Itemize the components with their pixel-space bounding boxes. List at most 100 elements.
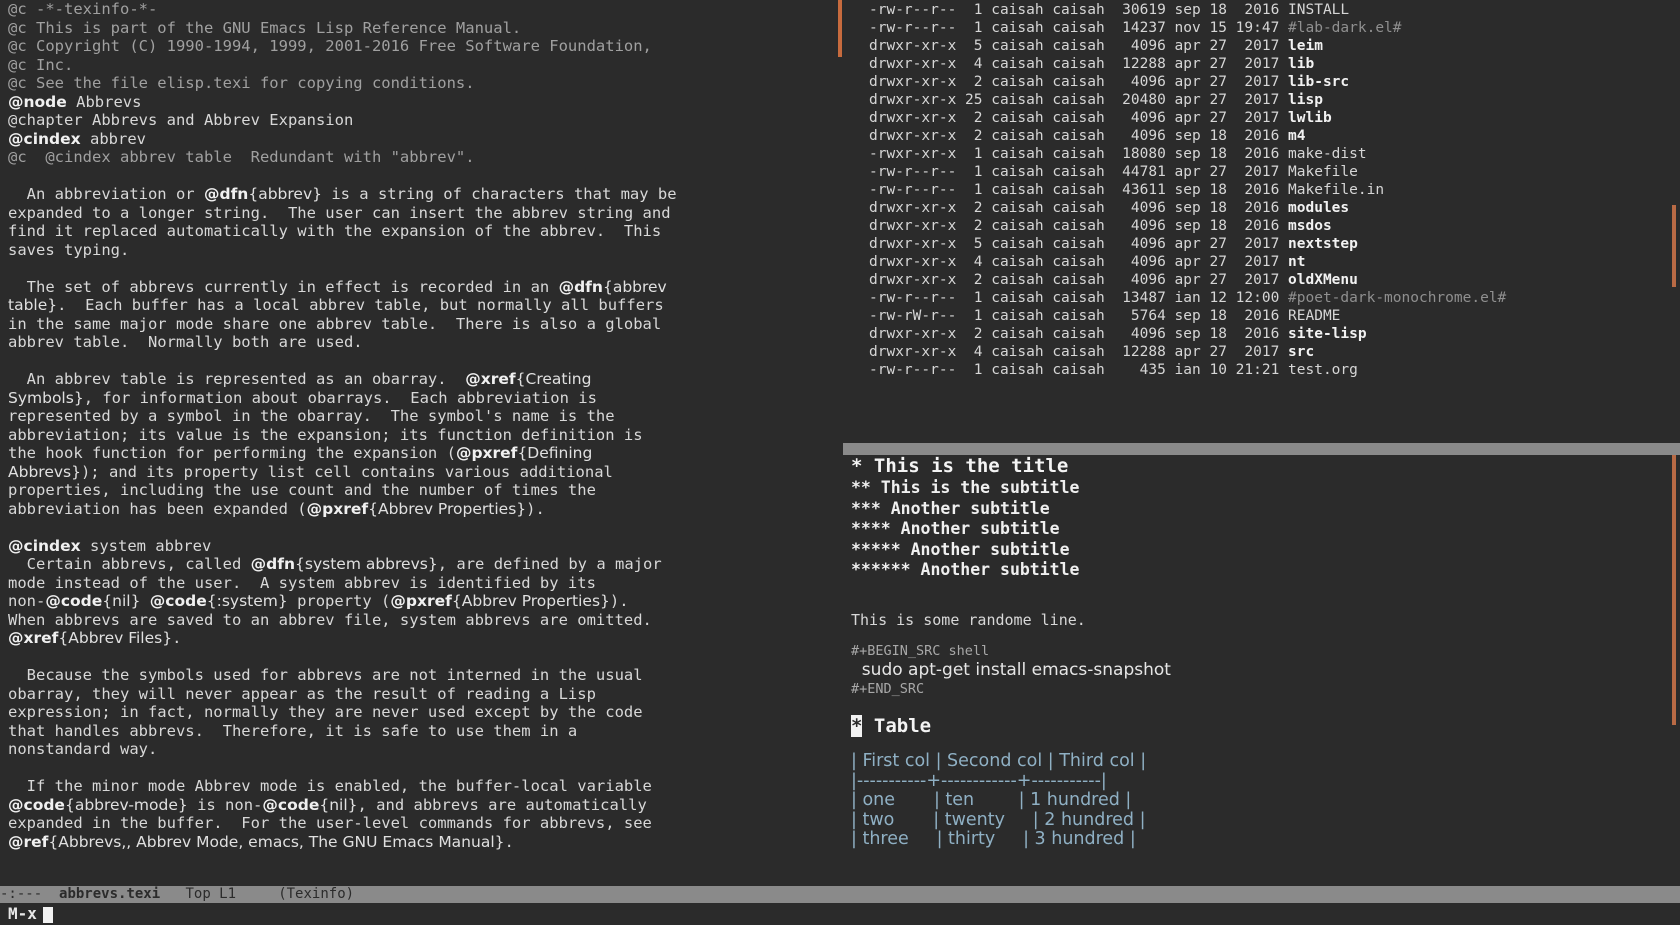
dired-file-name[interactable]: #lab-dark.el# bbox=[1288, 20, 1402, 36]
texinfo-segment: {abbrev bbox=[602, 277, 667, 296]
dired-dir-name[interactable]: oldXMenu bbox=[1288, 272, 1358, 288]
dired-row[interactable]: drwxr-xr-x 2 caisah caisah 4096 sep 18 2… bbox=[869, 199, 1349, 217]
dired-row[interactable]: drwxr-xr-x 4 caisah caisah 12288 apr 27 … bbox=[869, 55, 1314, 73]
dired-file-name[interactable]: README bbox=[1288, 308, 1340, 324]
texinfo-segment: @ref bbox=[8, 832, 49, 851]
dired-dir-name[interactable]: m4 bbox=[1288, 128, 1305, 144]
texinfo-segment: {abbrev} bbox=[248, 185, 322, 203]
dired-row[interactable]: drwxr-xr-x 2 caisah caisah 4096 sep 18 2… bbox=[869, 127, 1306, 145]
org-src-begin: #+BEGIN_SRC shell bbox=[851, 643, 990, 659]
texinfo-line: obarray, they will never appear as the r… bbox=[8, 685, 836, 704]
minibuffer[interactable]: M-x bbox=[0, 903, 1680, 925]
dired-scrollbar-thumb[interactable] bbox=[1672, 205, 1676, 287]
texinfo-segment: is non- bbox=[187, 795, 263, 814]
texinfo-segment: @dfn bbox=[250, 555, 296, 573]
dired-row[interactable]: drwxr-xr-x 25 caisah caisah 20480 apr 27… bbox=[869, 91, 1323, 109]
dired-file-name[interactable]: Makefile bbox=[1288, 164, 1358, 180]
texinfo-segment: , for information about obarrays. Each a… bbox=[83, 388, 597, 407]
dired-buffer-window[interactable]: -rw-r--r-- 1 caisah caisah 30619 sep 18 … bbox=[843, 0, 1680, 443]
mode-line-right bbox=[843, 886, 1680, 903]
left-scrollbar-thumb[interactable] bbox=[838, 0, 842, 57]
texinfo-line: abbreviation has been expanded (@pxref{A… bbox=[8, 500, 836, 519]
cursor: * bbox=[851, 715, 863, 737]
dired-file-name[interactable]: Makefile.in bbox=[1288, 182, 1384, 198]
dired-row[interactable]: -rw-r--r-- 1 caisah caisah 13487 ian 12 … bbox=[869, 289, 1506, 307]
texinfo-segment: {Abbrevs,, Abbrev Mode, emacs, The GNU E… bbox=[48, 832, 505, 851]
dired-row[interactable]: -rw-r--r-- 1 caisah caisah 43611 sep 18 … bbox=[869, 181, 1384, 199]
minibuffer-prompt: M-x bbox=[8, 904, 37, 923]
dired-row[interactable]: -rw-rW-r-- 1 caisah caisah 5764 sep 18 2… bbox=[869, 307, 1340, 325]
dired-dir-name[interactable]: lwlib bbox=[1288, 110, 1332, 126]
dired-row[interactable]: -rw-r--r-- 1 caisah caisah 435 ian 10 21… bbox=[869, 361, 1358, 379]
dired-file-name[interactable]: INSTALL bbox=[1288, 2, 1349, 18]
texinfo-line: properties, including the use count and … bbox=[8, 481, 836, 500]
org-subtitle: *** Another subtitle bbox=[851, 498, 1050, 518]
texinfo-line: If the minor mode Abbrev mode is enabled… bbox=[8, 777, 836, 796]
texinfo-segment: ). bbox=[526, 499, 545, 518]
dired-row[interactable]: drwxr-xr-x 2 caisah caisah 4096 sep 18 2… bbox=[869, 217, 1332, 235]
dired-row[interactable]: -rwxr-xr-x 1 caisah caisah 18080 sep 18 … bbox=[869, 145, 1367, 163]
dired-row[interactable]: drwxr-xr-x 4 caisah caisah 12288 apr 27 … bbox=[869, 343, 1314, 361]
texinfo-segment: @cindex bbox=[8, 536, 81, 555]
dired-row[interactable]: drwxr-xr-x 2 caisah caisah 4096 apr 27 2… bbox=[869, 109, 1332, 127]
texinfo-segment: {:system} bbox=[206, 592, 288, 610]
texinfo-buffer-window[interactable]: @c -*-texinfo-*- @c This is part of the G… bbox=[0, 0, 838, 886]
dired-dir-name[interactable]: lib bbox=[1288, 56, 1314, 72]
texinfo-segment: find it replaced automatically with the … bbox=[8, 222, 662, 240]
dired-row-meta: -rw-r--r-- 1 caisah caisah 435 ian 10 21… bbox=[869, 362, 1289, 378]
texinfo-segment: nonstandard way. bbox=[8, 740, 158, 758]
window-separator-modeline bbox=[843, 443, 1680, 455]
texinfo-segment: . Each buffer has a local abbrev table, … bbox=[57, 296, 664, 314]
texinfo-segment: {Defining bbox=[517, 444, 593, 462]
texinfo-segment: ); and its property list cell contains v… bbox=[80, 462, 613, 481]
dired-dir-name[interactable]: msdos bbox=[1288, 218, 1332, 234]
mode-line[interactable]: -:--- abbrevs.texi Top L1 (Texinfo) bbox=[0, 886, 843, 903]
dired-row[interactable]: drwxr-xr-x 2 caisah caisah 4096 apr 27 2… bbox=[869, 73, 1349, 91]
texinfo-text[interactable]: @c -*-texinfo-*- @c This is part of the G… bbox=[8, 0, 836, 851]
dired-dir-name[interactable]: lib-src bbox=[1288, 74, 1349, 90]
dired-row[interactable]: -rw-r--r-- 1 caisah caisah 44781 apr 27 … bbox=[869, 163, 1358, 181]
texinfo-line: that handles abbrevs. Therefore, it is s… bbox=[8, 722, 836, 741]
dired-row-meta: drwxr-xr-x 4 caisah caisah 12288 apr 27 … bbox=[869, 56, 1289, 72]
dired-dir-name[interactable]: leim bbox=[1288, 38, 1323, 54]
dired-row[interactable]: -rw-r--r-- 1 caisah caisah 14237 nov 15 … bbox=[869, 19, 1402, 37]
dired-dir-name[interactable]: lisp bbox=[1288, 92, 1323, 108]
org-scrollbar-thumb[interactable] bbox=[1672, 455, 1676, 725]
texinfo-line: The set of abbrevs currently in effect i… bbox=[8, 278, 836, 297]
texinfo-segment: Abbrevs bbox=[66, 92, 142, 111]
texinfo-segment: properties, including the use count and … bbox=[8, 481, 596, 499]
org-buffer-window[interactable]: * This is the title ** This is the subti… bbox=[843, 455, 1680, 886]
texinfo-segment: . bbox=[504, 832, 514, 851]
dired-file-name[interactable]: test.org bbox=[1288, 362, 1358, 378]
texinfo-segment: {system abbrevs} bbox=[295, 555, 438, 573]
texinfo-segment: ). bbox=[609, 592, 629, 610]
dired-dir-name[interactable]: modules bbox=[1288, 200, 1349, 216]
texinfo-line: Abbrevs}); and its property list cell co… bbox=[8, 463, 836, 482]
dired-dir-name[interactable]: nextstep bbox=[1288, 236, 1358, 252]
texinfo-segment: property ( bbox=[287, 592, 391, 610]
mode-line-buffer-name: abbrevs.texi bbox=[59, 886, 161, 902]
texinfo-segment: abbreviation has been expanded ( bbox=[8, 499, 307, 518]
texinfo-line bbox=[8, 259, 836, 278]
dired-row-meta: drwxr-xr-x 4 caisah caisah 12288 apr 27 … bbox=[869, 344, 1289, 360]
texinfo-line: @c Inc. bbox=[8, 56, 836, 75]
texinfo-line: expanded to a longer string. The user ca… bbox=[8, 204, 836, 223]
dired-row[interactable]: drwxr-xr-x 2 caisah caisah 4096 sep 18 2… bbox=[869, 325, 1367, 343]
dired-row[interactable]: -rw-r--r-- 1 caisah caisah 30619 sep 18 … bbox=[869, 1, 1349, 19]
org-table-row: | three | thirty | 3 hundred | bbox=[851, 829, 1136, 849]
dired-row[interactable]: drwxr-xr-x 4 caisah caisah 4096 apr 27 2… bbox=[869, 253, 1306, 271]
dired-row[interactable]: drwxr-xr-x 2 caisah caisah 4096 apr 27 2… bbox=[869, 271, 1358, 289]
dired-row[interactable]: drwxr-xr-x 5 caisah caisah 4096 apr 27 2… bbox=[869, 37, 1323, 55]
dired-dir-name[interactable]: nt bbox=[1288, 254, 1305, 270]
texinfo-segment: @c Inc. bbox=[8, 55, 74, 74]
dired-row-meta: -rw-r--r-- 1 caisah caisah 43611 sep 18 … bbox=[869, 182, 1289, 198]
dired-row[interactable]: drwxr-xr-x 5 caisah caisah 4096 apr 27 2… bbox=[869, 235, 1358, 253]
dired-dir-name[interactable]: site-lisp bbox=[1288, 326, 1367, 342]
dired-file-name[interactable]: #poet-dark-monochrome.el# bbox=[1288, 290, 1506, 306]
dired-dir-name[interactable]: src bbox=[1288, 344, 1314, 360]
texinfo-segment: abbreviation; its value is the expansion… bbox=[8, 425, 643, 444]
mode-line-major-mode: (Texinfo) bbox=[278, 886, 355, 902]
texinfo-line: @node Abbrevs bbox=[8, 93, 836, 112]
dired-file-name[interactable]: make-dist bbox=[1288, 146, 1367, 162]
texinfo-segment: @c @cindex abbrev table Redundant with "… bbox=[8, 148, 475, 166]
